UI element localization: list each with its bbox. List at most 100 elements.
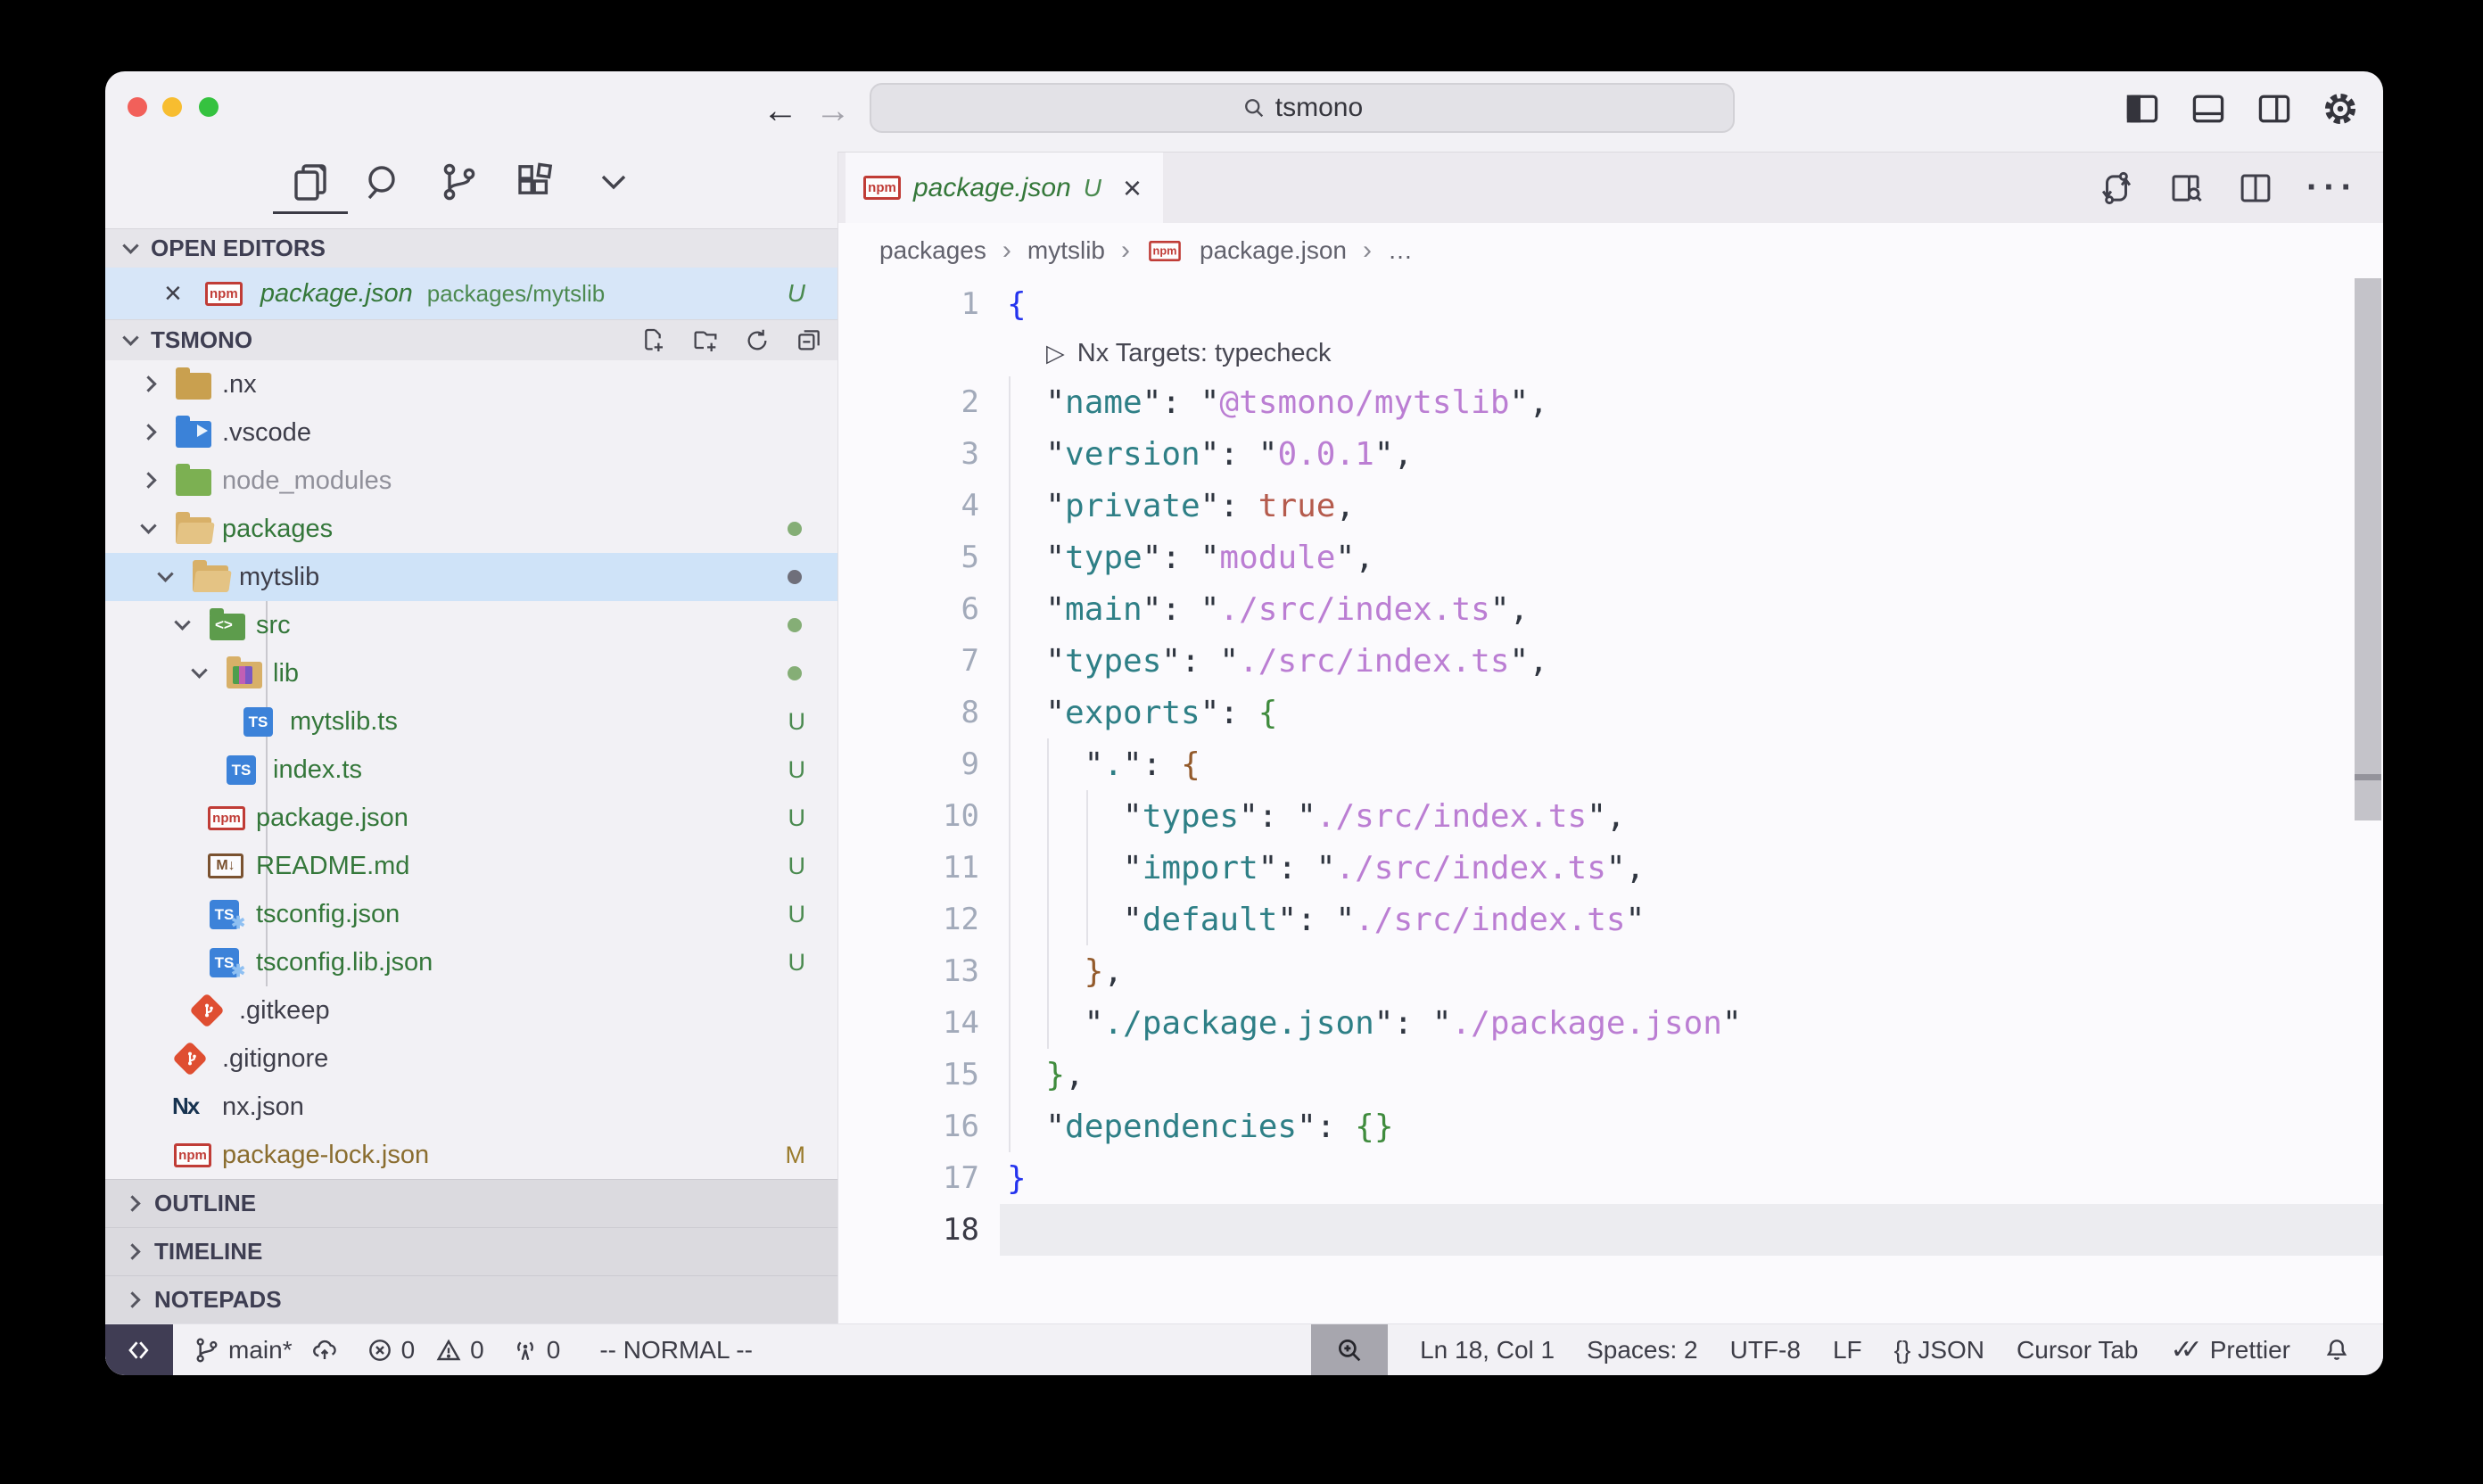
line-number[interactable]: 2: [838, 384, 979, 420]
new-folder-icon[interactable]: [691, 326, 720, 355]
code-line-12[interactable]: 12"default": "./src/index.ts": [838, 894, 2383, 945]
search-view-icon[interactable]: [362, 161, 405, 203]
line-number[interactable]: 4: [838, 488, 979, 524]
tree-item-index-ts[interactable]: TSindex.tsU: [105, 746, 837, 794]
line-number[interactable]: 14: [838, 1005, 979, 1041]
zoom-indicator[interactable]: [1311, 1324, 1388, 1376]
code-line-3[interactable]: 3"version": "0.0.1",: [838, 428, 2383, 480]
source-control-icon[interactable]: [438, 161, 481, 203]
code-line-6[interactable]: 6"main": "./src/index.ts",: [838, 583, 2383, 635]
line-number[interactable]: 7: [838, 643, 979, 679]
toggle-primary-sidebar-icon[interactable]: [2123, 89, 2162, 128]
line-number[interactable]: 11: [838, 850, 979, 886]
tree-item-package-json[interactable]: npmpackage.jsonU: [105, 794, 837, 842]
code-line-5[interactable]: 5"type": "module",: [838, 532, 2383, 583]
tree-item-lib[interactable]: lib: [105, 649, 837, 697]
line-number[interactable]: 15: [838, 1057, 979, 1092]
tree-item-package-lock-json[interactable]: npmpackage-lock.jsonM: [105, 1131, 837, 1179]
line-number[interactable]: 5: [838, 540, 979, 575]
new-file-icon[interactable]: [639, 326, 668, 355]
run-play-icon[interactable]: ▷: [1046, 340, 1065, 367]
tree-item-tsconfig-lib-json[interactable]: TS✱tsconfig.lib.jsonU: [105, 938, 837, 986]
line-number[interactable]: 10: [838, 798, 979, 834]
open-editor-item[interactable]: × npm package.json packages/mytslib U: [105, 268, 837, 319]
tree-item--nx[interactable]: .nx: [105, 360, 837, 408]
split-editor-icon[interactable]: [2237, 169, 2274, 207]
tree-item-mytslib[interactable]: mytslib: [105, 553, 837, 601]
tree-item-node-modules[interactable]: node_modules: [105, 457, 837, 505]
ports-status[interactable]: 0: [511, 1336, 561, 1364]
code-line-18[interactable]: 18: [838, 1204, 2383, 1256]
code-line-4[interactable]: 4"private": true,: [838, 480, 2383, 532]
line-number[interactable]: 3: [838, 436, 979, 472]
command-center-search[interactable]: tsmono: [870, 83, 1735, 133]
breadcrumb-item[interactable]: packages: [879, 236, 986, 265]
cursor-tab-status[interactable]: Cursor Tab: [2017, 1336, 2138, 1364]
close-tab-icon[interactable]: ×: [1123, 172, 1142, 204]
tree-item--gitkeep[interactable]: .gitkeep: [105, 986, 837, 1035]
breadcrumb-item[interactable]: package.json: [1200, 236, 1347, 265]
notifications-bell-icon[interactable]: [2322, 1336, 2351, 1364]
explorer-icon[interactable]: [289, 161, 332, 203]
code-line-16[interactable]: 16"dependencies": {}: [838, 1101, 2383, 1152]
line-number[interactable]: 17: [838, 1160, 979, 1196]
open-editors-header[interactable]: OPEN EDITORS: [105, 228, 837, 268]
line-number[interactable]: 12: [838, 902, 979, 937]
line-number[interactable]: 1: [838, 286, 979, 322]
tree-item-nx-json[interactable]: Nxnx.json: [105, 1083, 837, 1131]
code-line-13[interactable]: 13},: [838, 945, 2383, 997]
minimize-window-button[interactable]: [162, 97, 182, 117]
line-number[interactable]: 8: [838, 695, 979, 730]
line-number[interactable]: 9: [838, 746, 979, 782]
collapse-folders-icon[interactable]: [795, 326, 823, 355]
close-window-button[interactable]: [128, 97, 147, 117]
refresh-icon[interactable]: [743, 326, 771, 355]
navigate-back-icon[interactable]: ←: [763, 91, 798, 130]
extensions-icon[interactable]: [514, 161, 557, 203]
code-line-2[interactable]: 2"name": "@tsmono/mytslib",: [838, 376, 2383, 428]
open-changes-icon[interactable]: [2098, 169, 2135, 207]
formatter-status[interactable]: ✓✓ Prettier: [2170, 1334, 2290, 1365]
git-branch-status[interactable]: main*: [193, 1336, 339, 1364]
code-line-10[interactable]: 10"types": "./src/index.ts",: [838, 790, 2383, 842]
code-editor[interactable]: 1{▷Nx Targets: typecheck2"name": "@tsmon…: [838, 278, 2383, 1323]
navigate-forward-icon[interactable]: →: [815, 91, 851, 130]
code-line-11[interactable]: 11"import": "./src/index.ts",: [838, 842, 2383, 894]
tab-package-json[interactable]: npm package.json U ×: [846, 153, 1163, 223]
indentation-status[interactable]: Spaces: 2: [1587, 1336, 1698, 1364]
tree-item-tsconfig-json[interactable]: TS✱tsconfig.jsonU: [105, 890, 837, 938]
line-number[interactable]: 13: [838, 953, 979, 989]
line-number[interactable]: 18: [838, 1212, 979, 1248]
gear-icon[interactable]: [2321, 89, 2360, 128]
sidebar-section-timeline[interactable]: TIMELINE: [105, 1227, 837, 1275]
breadcrumb-item[interactable]: mytslib: [1027, 236, 1105, 265]
code-line-8[interactable]: 8"exports": {: [838, 687, 2383, 738]
cursor-position-status[interactable]: Ln 18, Col 1: [1420, 1336, 1555, 1364]
maximize-window-button[interactable]: [199, 97, 219, 117]
explorer-section-header[interactable]: TSMONO: [105, 319, 837, 360]
tree-item-readme-md[interactable]: M↓README.mdU: [105, 842, 837, 890]
code-line-15[interactable]: 15},: [838, 1049, 2383, 1101]
breadcrumb-item[interactable]: …: [1388, 236, 1413, 265]
codelens-nx-targets[interactable]: ▷Nx Targets: typecheck: [838, 330, 2383, 376]
close-editor-icon[interactable]: ×: [164, 278, 182, 309]
open-preview-icon[interactable]: [2167, 169, 2205, 207]
line-number[interactable]: 16: [838, 1109, 979, 1144]
code-line-9[interactable]: 9".": {: [838, 738, 2383, 790]
code-line-17[interactable]: 17}: [838, 1152, 2383, 1204]
toggle-panel-icon[interactable]: [2189, 89, 2228, 128]
line-number[interactable]: 6: [838, 591, 979, 627]
code-line-7[interactable]: 7"types": "./src/index.ts",: [838, 635, 2383, 687]
sidebar-section-outline[interactable]: OUTLINE: [105, 1179, 837, 1227]
tree-item--gitignore[interactable]: .gitignore: [105, 1035, 837, 1083]
remote-indicator[interactable]: [105, 1324, 173, 1376]
scrollbar[interactable]: [2355, 278, 2381, 820]
more-actions-icon[interactable]: ···: [2306, 168, 2358, 208]
tree-item-packages[interactable]: packages: [105, 505, 837, 553]
additional-views-chevron-icon[interactable]: [592, 161, 635, 203]
encoding-status[interactable]: UTF-8: [1730, 1336, 1801, 1364]
eol-status[interactable]: LF: [1833, 1336, 1862, 1364]
sidebar-section-notepads[interactable]: NOTEPADS: [105, 1275, 837, 1323]
code-line-1[interactable]: 1{: [838, 278, 2383, 330]
code-line-14[interactable]: 14"./package.json": "./package.json": [838, 997, 2383, 1049]
